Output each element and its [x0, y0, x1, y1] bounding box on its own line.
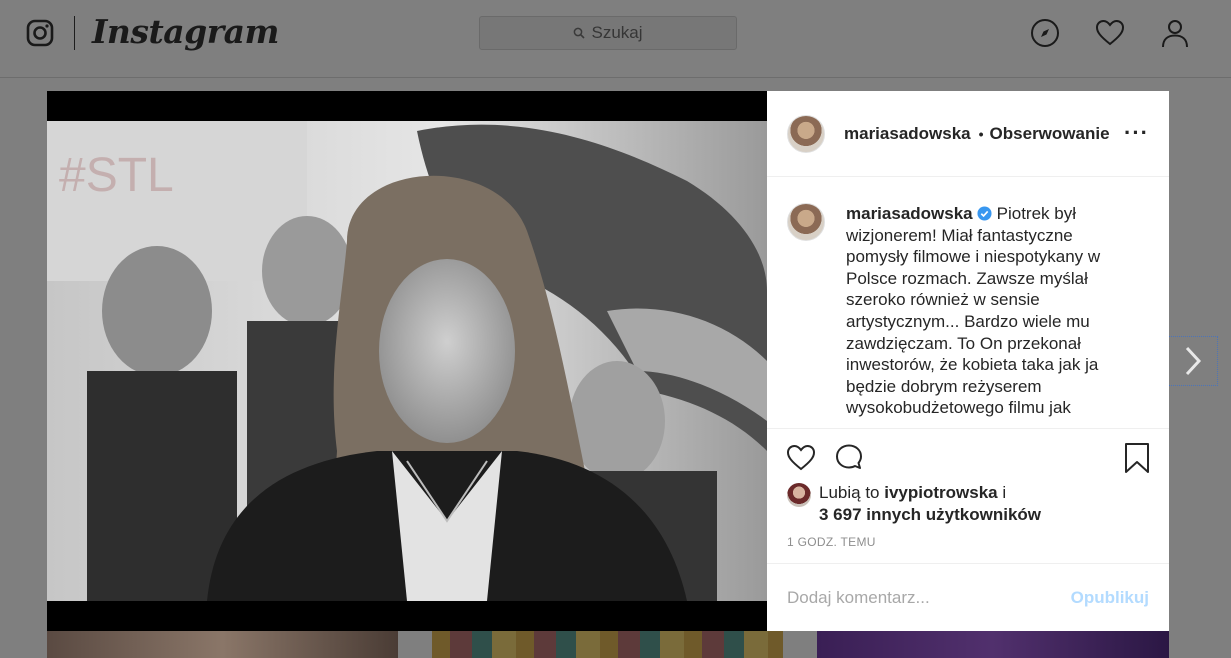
- caption-username[interactable]: mariasadowska: [846, 204, 973, 223]
- caption-text: Piotrek był wizjonerem! Miał fantastyczn…: [846, 204, 1101, 418]
- verified-badge-icon: [977, 206, 992, 221]
- heart-icon[interactable]: [1094, 17, 1126, 49]
- grid-post-thumbnail[interactable]: [432, 631, 783, 658]
- top-navigation-bar: Instagram Szukaj: [0, 0, 1231, 78]
- likes-summary: Lubią to ivypiotrowska i 3 697 innych uż…: [787, 482, 1041, 526]
- post-timestamp[interactable]: 1 GODZ. TEMU: [787, 535, 876, 549]
- chevron-right-icon: [1185, 346, 1202, 376]
- like-heart-icon[interactable]: [785, 442, 817, 474]
- caption-body: mariasadowska Piotrek był wizjonerem! Mia…: [846, 203, 1108, 428]
- search-placeholder: Szukaj: [591, 23, 643, 42]
- publish-button[interactable]: Opublikuj: [1071, 588, 1149, 608]
- post-media[interactable]: #STL: [47, 91, 767, 631]
- search-input[interactable]: Szukaj: [479, 16, 737, 50]
- post-author-username[interactable]: mariasadowska: [844, 124, 971, 144]
- logo-divider: [74, 16, 75, 50]
- post-sidebar: mariasadowska • Obserwowanie ··· mariasa…: [767, 91, 1169, 631]
- svg-text:#STL: #STL: [59, 149, 174, 202]
- post-caption: mariasadowska Piotrek był wizjonerem! Mia…: [767, 177, 1169, 429]
- likes-text: Lubią to ivypiotrowska i 3 697 innych uż…: [819, 482, 1041, 526]
- following-button[interactable]: Obserwowanie: [990, 124, 1110, 144]
- search-icon: [574, 27, 586, 39]
- post-header: mariasadowska • Obserwowanie ···: [767, 91, 1169, 177]
- grid-post-thumbnail[interactable]: [817, 631, 1169, 658]
- bookmark-icon[interactable]: [1121, 442, 1153, 474]
- avatar[interactable]: [787, 114, 825, 153]
- post-actions: [767, 441, 1169, 481]
- profile-icon[interactable]: [1159, 17, 1191, 49]
- next-post-button[interactable]: [1168, 336, 1218, 386]
- post-photo[interactable]: #STL: [47, 121, 767, 601]
- instagram-wordmark[interactable]: Instagram: [92, 12, 279, 51]
- likes-count[interactable]: 3 697 innych użytkowników: [819, 505, 1041, 524]
- avatar[interactable]: [787, 483, 811, 507]
- liker-username[interactable]: ivypiotrowska: [884, 483, 997, 502]
- compass-icon[interactable]: [1029, 17, 1061, 49]
- separator-dot: •: [978, 125, 984, 142]
- instagram-glyph-icon[interactable]: [26, 19, 54, 47]
- post-modal: #STL mariasadowska • Obserwowanie ··· ma…: [47, 91, 1169, 631]
- comment-icon[interactable]: [833, 442, 865, 474]
- grid-post-thumbnail[interactable]: [47, 631, 398, 658]
- likes-connector: i: [1002, 483, 1007, 502]
- comment-form: Dodaj komentarz... Opublikuj: [767, 563, 1169, 631]
- avatar[interactable]: [787, 203, 825, 241]
- likes-prefix: Lubią to: [819, 483, 880, 502]
- more-options-icon[interactable]: ···: [1124, 122, 1149, 144]
- comment-input[interactable]: Dodaj komentarz...: [787, 588, 930, 608]
